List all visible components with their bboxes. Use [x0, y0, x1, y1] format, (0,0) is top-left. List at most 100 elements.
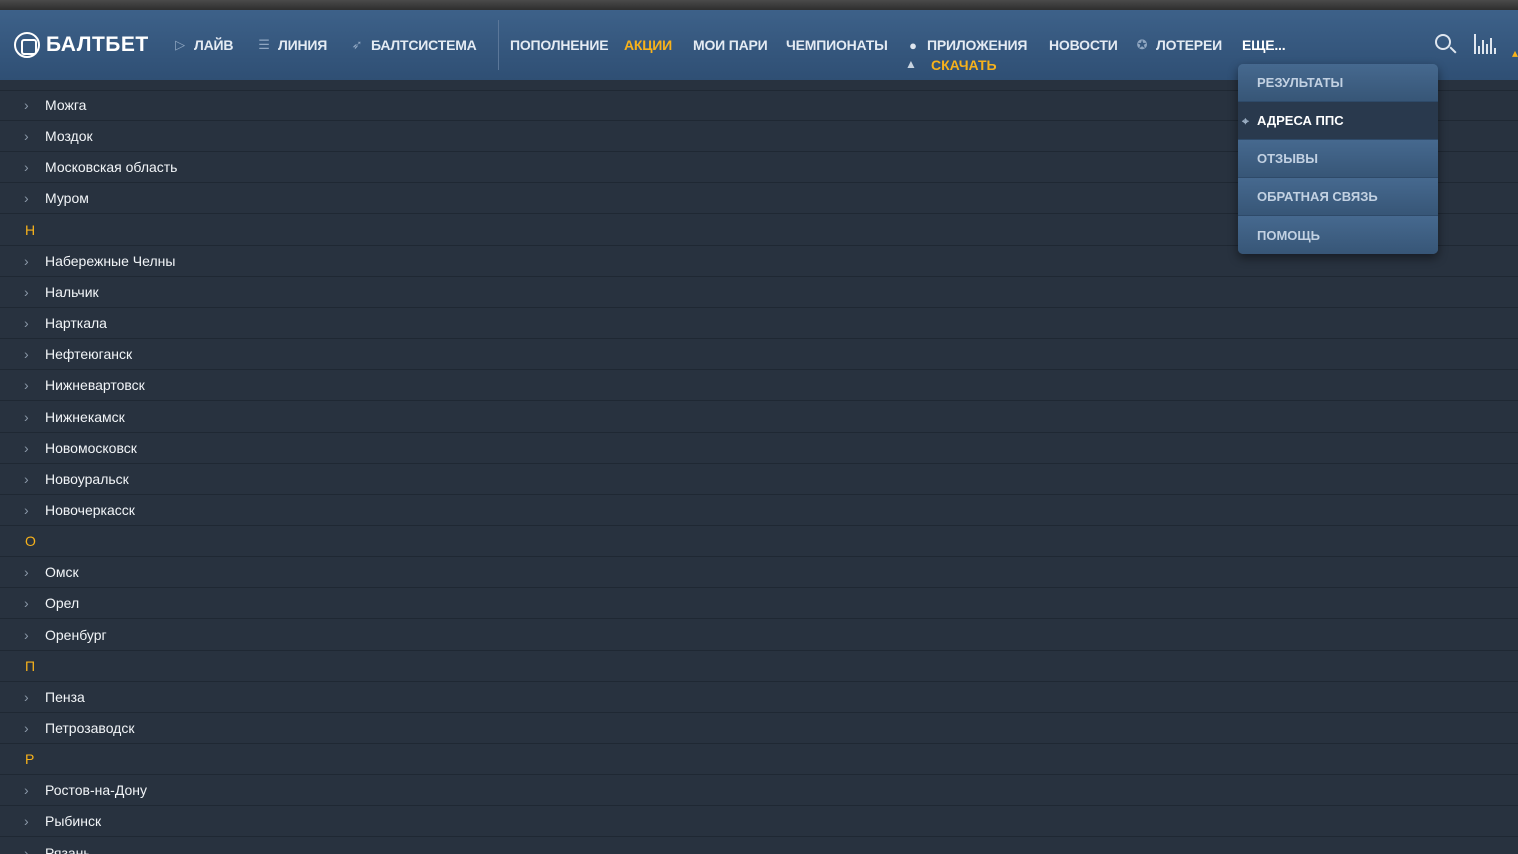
city-name: Московская область [45, 159, 178, 175]
city-name: Петрозаводск [45, 720, 135, 736]
city-row[interactable]: › Нефтеюганск [0, 339, 1518, 370]
menu-item-help-label: ПОМОЩЬ [1257, 227, 1320, 243]
nav-news-label: НОВОСТИ [1049, 37, 1118, 53]
chevron-right-icon: › [24, 782, 29, 798]
nav-deposit[interactable]: ПОПОЛНЕНИЕ [510, 37, 609, 53]
city-row[interactable]: › Ростов-на-Дону [0, 775, 1518, 806]
city-name: Орел [45, 595, 80, 611]
menu-item-results[interactable]: РЕЗУЛЬТАТЫ [1238, 64, 1438, 102]
menu-item-feedback[interactable]: ОБРАТНАЯ СВЯЗЬ [1238, 178, 1438, 216]
chevron-right-icon: › [24, 564, 29, 580]
letter-header: Р [0, 744, 1518, 775]
letter-header-label: П [25, 658, 36, 674]
city-name: Нарткала [45, 315, 107, 331]
chevron-right-icon: › [24, 502, 29, 518]
chevron-right-icon: › [24, 471, 29, 487]
play-icon: ▷ [175, 37, 185, 52]
nav-apps-label: ПРИЛОЖЕНИЯ [927, 37, 1028, 53]
city-row[interactable]: › Омск [0, 557, 1518, 588]
city-name: Рязань [45, 845, 91, 854]
city-name: Новоуральск [45, 471, 129, 487]
nav-lotteries[interactable]: ✪ ЛОТЕРЕИ [1134, 37, 1223, 53]
menu-item-results-label: РЕЗУЛЬТАТЫ [1257, 75, 1344, 90]
lottery-icon: ✪ [1136, 37, 1148, 52]
browser-top-strip [0, 0, 1518, 10]
nav-promotions[interactable]: АКЦИИ [624, 37, 672, 53]
chevron-right-icon: › [24, 315, 29, 331]
more-dropdown-menu: РЕЗУЛЬТАТЫ ⌖ АДРЕСА ППС ОТЗЫВЫ ОБРАТНАЯ … [1238, 64, 1438, 254]
city-name: Ростов-на-Дону [45, 782, 147, 798]
nav-divider [498, 20, 499, 70]
city-name: Нефтеюганск [45, 346, 133, 362]
edge-accent-icon: ▴ [1512, 46, 1518, 60]
nav-news[interactable]: НОВОСТИ [1049, 37, 1118, 53]
chevron-right-icon: › [24, 845, 29, 854]
list-icon: ☰ [258, 37, 270, 52]
chevron-right-icon: › [24, 284, 29, 300]
city-row[interactable]: › Новомосковск [0, 433, 1518, 464]
android-icon: ▲ [905, 57, 917, 71]
nav-apps-download[interactable]: СКАЧАТЬ [931, 57, 997, 73]
nav-my-bets[interactable]: МОИ ПАРИ [693, 37, 768, 53]
chevron-right-icon: › [24, 689, 29, 705]
chevron-right-icon: › [24, 627, 29, 643]
menu-item-pps-addresses[interactable]: ⌖ АДРЕСА ППС [1238, 102, 1438, 140]
menu-item-pps-addresses-label: АДРЕСА ППС [1257, 113, 1344, 128]
menu-item-reviews-label: ОТЗЫВЫ [1257, 151, 1319, 166]
menu-item-help[interactable]: ПОМОЩЬ [1238, 216, 1438, 254]
city-row[interactable]: › Нальчик [0, 277, 1518, 308]
nav-more[interactable]: ЕЩЕ... [1242, 37, 1286, 53]
chevron-right-icon: › [24, 346, 29, 362]
apple-icon: ● [909, 37, 917, 53]
city-row[interactable]: › Пенза [0, 682, 1518, 713]
city-row[interactable]: › Оренбург [0, 620, 1518, 651]
logo-icon [14, 32, 40, 58]
chevron-right-icon: › [24, 440, 29, 456]
city-name: Оренбург [45, 627, 107, 643]
city-name: Набережные Челны [45, 253, 176, 269]
nav-apps[interactable]: ● ПРИЛОЖЕНИЯ [905, 37, 1027, 53]
chevron-right-icon: › [24, 720, 29, 736]
city-row[interactable]: › Новоуральск [0, 464, 1518, 495]
city-row[interactable]: › Рязань [0, 838, 1518, 854]
letter-header-label: О [25, 533, 36, 549]
nav-more-label: ЕЩЕ... [1242, 37, 1286, 53]
chevron-right-icon: › [24, 253, 29, 269]
nav-baltsystem[interactable]: ➶ БАЛТСИСТЕМА [349, 37, 477, 53]
city-name: Нижневартовск [45, 377, 145, 393]
city-row[interactable]: › Нижневартовск [0, 370, 1518, 401]
menu-item-reviews[interactable]: ОТЗЫВЫ [1238, 140, 1438, 178]
city-row[interactable]: › Петрозаводск [0, 713, 1518, 744]
nav-lotteries-label: ЛОТЕРЕИ [1156, 37, 1222, 53]
chevron-right-icon: › [24, 159, 29, 175]
nav-championships-label: ЧЕМПИОНАТЫ [786, 37, 888, 53]
logo-text: БАЛТБЕТ [46, 33, 149, 56]
nav-live[interactable]: ▷ ЛАЙВ [172, 37, 233, 53]
nav-line[interactable]: ☰ ЛИНИЯ [256, 37, 327, 53]
city-name: Нальчик [45, 284, 99, 300]
nav-live-label: ЛАЙВ [194, 37, 234, 53]
city-name: Моздок [45, 128, 93, 144]
city-name: Новомосковск [45, 440, 137, 456]
chevron-right-icon: › [24, 97, 29, 113]
letter-header: П [0, 651, 1518, 682]
city-name: Муром [45, 190, 89, 206]
nav-deposit-label: ПОПОЛНЕНИЕ [510, 37, 609, 53]
stats-icon[interactable] [1474, 32, 1498, 56]
city-row[interactable]: › Новочеркасск [0, 495, 1518, 526]
nav-my-bets-label: МОИ ПАРИ [693, 37, 768, 53]
site-logo[interactable]: БАЛТБЕТ [14, 31, 149, 59]
city-name: Новочеркасск [45, 502, 135, 518]
city-name: Пенза [45, 689, 85, 705]
search-icon[interactable] [1433, 32, 1457, 56]
chevron-right-icon: › [24, 377, 29, 393]
menu-item-feedback-label: ОБРАТНАЯ СВЯЗЬ [1257, 189, 1378, 204]
letter-header-label: Н [25, 222, 36, 238]
chevron-right-icon: › [24, 813, 29, 829]
city-row[interactable]: › Орел [0, 588, 1518, 619]
nav-championships[interactable]: ЧЕМПИОНАТЫ [786, 37, 888, 53]
city-row[interactable]: › Нарткала [0, 308, 1518, 339]
city-row[interactable]: › Рыбинск [0, 806, 1518, 837]
location-pin-icon: ⌖ [1242, 114, 1249, 128]
city-row[interactable]: › Нижнекамск [0, 402, 1518, 433]
